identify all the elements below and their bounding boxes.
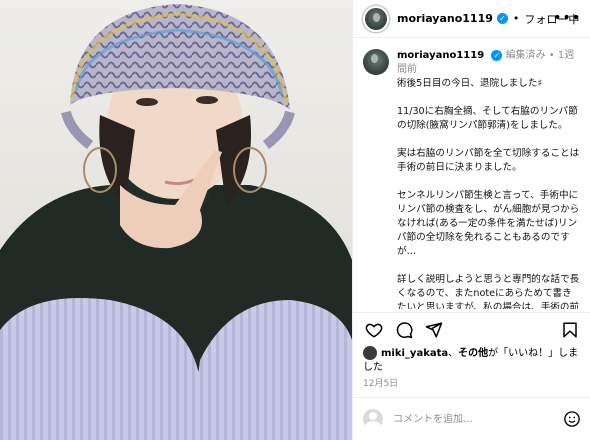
post-side-panel: moriayano1119 ✓ • フォロー中 ••• moriayano111… xyxy=(352,0,590,440)
likes-connector: 、 xyxy=(448,348,459,359)
more-options-icon[interactable]: ••• xyxy=(553,11,581,25)
caption-text: 術後5日目の今日、退院しました♯ 11/30に右胸全摘、そして右脇のリンパ節の切… xyxy=(397,78,580,309)
emoji-smile-icon[interactable] xyxy=(563,410,581,432)
post-header: moriayano1119 ✓ • フォロー中 ••• xyxy=(353,0,590,38)
comment-icon[interactable] xyxy=(395,321,413,343)
verified-badge-icon: ✓ xyxy=(496,13,508,24)
caption-meta: moriayano1119 ✓ 編集済み • 1週間前 xyxy=(397,49,581,77)
post-photo[interactable] xyxy=(0,0,352,440)
likes-others-link[interactable]: その他 xyxy=(458,348,488,359)
liker-username[interactable]: miki_yakata xyxy=(381,348,448,359)
bookmark-icon[interactable] xyxy=(561,321,579,343)
caption-separator: • xyxy=(548,50,555,61)
send-icon[interactable] xyxy=(425,321,443,343)
author-avatar[interactable] xyxy=(363,5,389,32)
user-avatar xyxy=(363,409,383,429)
heart-icon[interactable] xyxy=(365,321,383,343)
caption-username[interactable]: moriayano1119 xyxy=(397,50,484,61)
post-image xyxy=(0,0,352,440)
header-separator: • xyxy=(512,12,520,25)
likes-summary: miki_yakata、その他が「いいね！」しました xyxy=(363,346,585,375)
caption-avatar[interactable] xyxy=(363,49,389,75)
liker-avatar[interactable] xyxy=(363,346,377,360)
caption-header: moriayano1119 ✓ 編集済み • 1週間前 xyxy=(363,49,581,77)
comments-section[interactable]: moriayano1119 ✓ 編集済み • 1週間前 術後5日目の今日、退院し… xyxy=(353,39,590,309)
caption-verified-icon: ✓ xyxy=(491,49,503,61)
author-username[interactable]: moriayano1119 xyxy=(397,12,493,25)
comment-composer xyxy=(353,397,590,440)
comment-input[interactable] xyxy=(393,413,543,425)
post-date[interactable]: 12月5日 xyxy=(363,376,398,389)
edited-label: 編集済み xyxy=(505,50,546,61)
action-bar xyxy=(353,312,590,348)
